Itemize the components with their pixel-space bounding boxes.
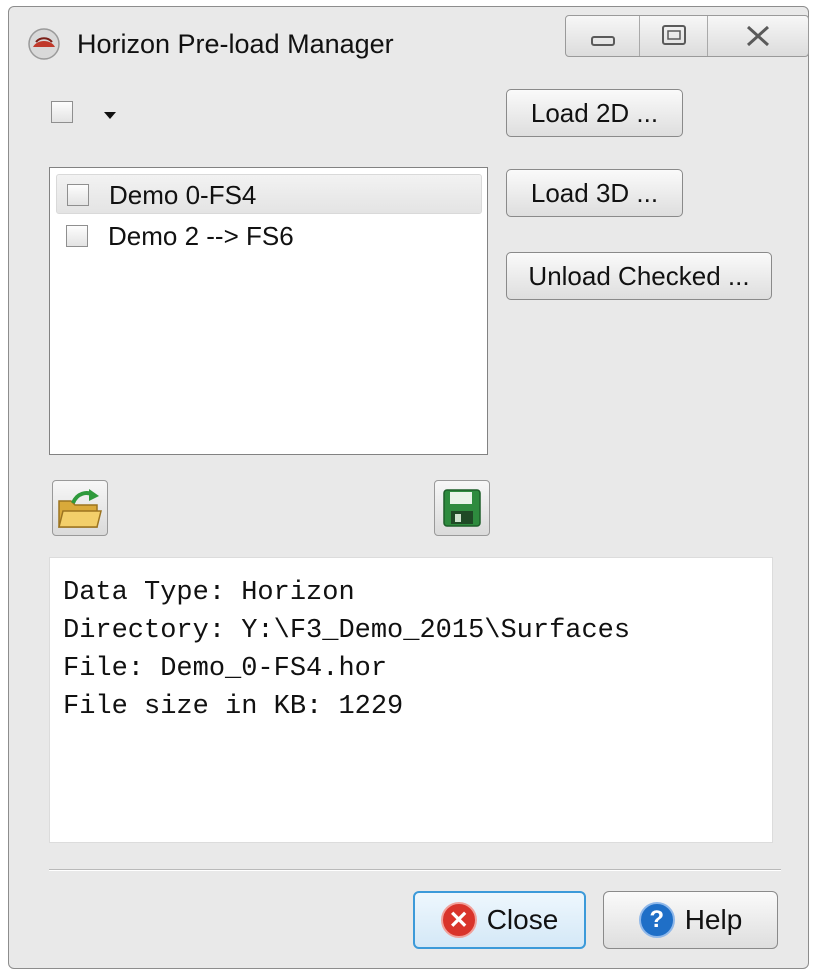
horizon-app-icon — [28, 28, 60, 60]
window-title: Horizon Pre-load Manager — [77, 29, 394, 59]
help-button[interactable]: ? Help — [603, 891, 778, 949]
list-item-label: Demo 2 --> FS6 — [108, 221, 294, 251]
window-close-button[interactable] — [708, 16, 808, 56]
window-controls — [565, 15, 809, 57]
open-button[interactable] — [52, 480, 108, 536]
maximize-button[interactable] — [640, 16, 708, 56]
list-item[interactable]: Demo 2 --> FS6 — [56, 216, 482, 256]
maximize-icon — [662, 25, 686, 45]
file-info-panel: Data Type: Horizon Directory: Y:\F3_Demo… — [49, 557, 773, 843]
help-button-label: Help — [684, 904, 743, 935]
info-file-size: File size in KB: 1229 — [63, 692, 404, 722]
list-item-label: Demo 0-FS4 — [109, 180, 257, 210]
chevron-down-icon[interactable] — [103, 110, 117, 120]
footer-separator — [49, 869, 781, 871]
info-file: File: Demo_0-FS4.hor — [63, 654, 388, 684]
info-directory: Directory: Y:\F3_Demo_2015\Surfaces — [63, 616, 631, 646]
load-2d-button[interactable]: Load 2D ... — [506, 89, 683, 137]
save-button[interactable] — [434, 480, 490, 536]
close-button[interactable]: ✕ Close — [413, 891, 586, 949]
minimize-button[interactable] — [566, 16, 640, 56]
save-disk-icon — [443, 489, 481, 527]
title-bar[interactable]: Horizon Pre-load Manager — [9, 7, 809, 75]
window-close-icon — [746, 25, 770, 47]
unload-checked-button[interactable]: Unload Checked ... — [506, 252, 772, 300]
minimize-icon — [591, 36, 615, 46]
list-item-checkbox[interactable] — [67, 184, 89, 206]
horizon-list[interactable]: Demo 0-FS4 Demo 2 --> FS6 — [49, 167, 488, 455]
info-data-type: Data Type: Horizon — [63, 578, 355, 608]
close-x-icon: ✕ — [440, 902, 477, 938]
list-item[interactable]: Demo 0-FS4 — [56, 174, 482, 214]
close-button-label: Close — [486, 904, 559, 935]
open-folder-icon — [58, 489, 102, 528]
load-3d-button[interactable]: Load 3D ... — [506, 169, 683, 217]
help-question-icon: ? — [638, 902, 675, 938]
list-item-checkbox[interactable] — [66, 225, 88, 247]
select-all-checkbox[interactable] — [51, 101, 73, 123]
